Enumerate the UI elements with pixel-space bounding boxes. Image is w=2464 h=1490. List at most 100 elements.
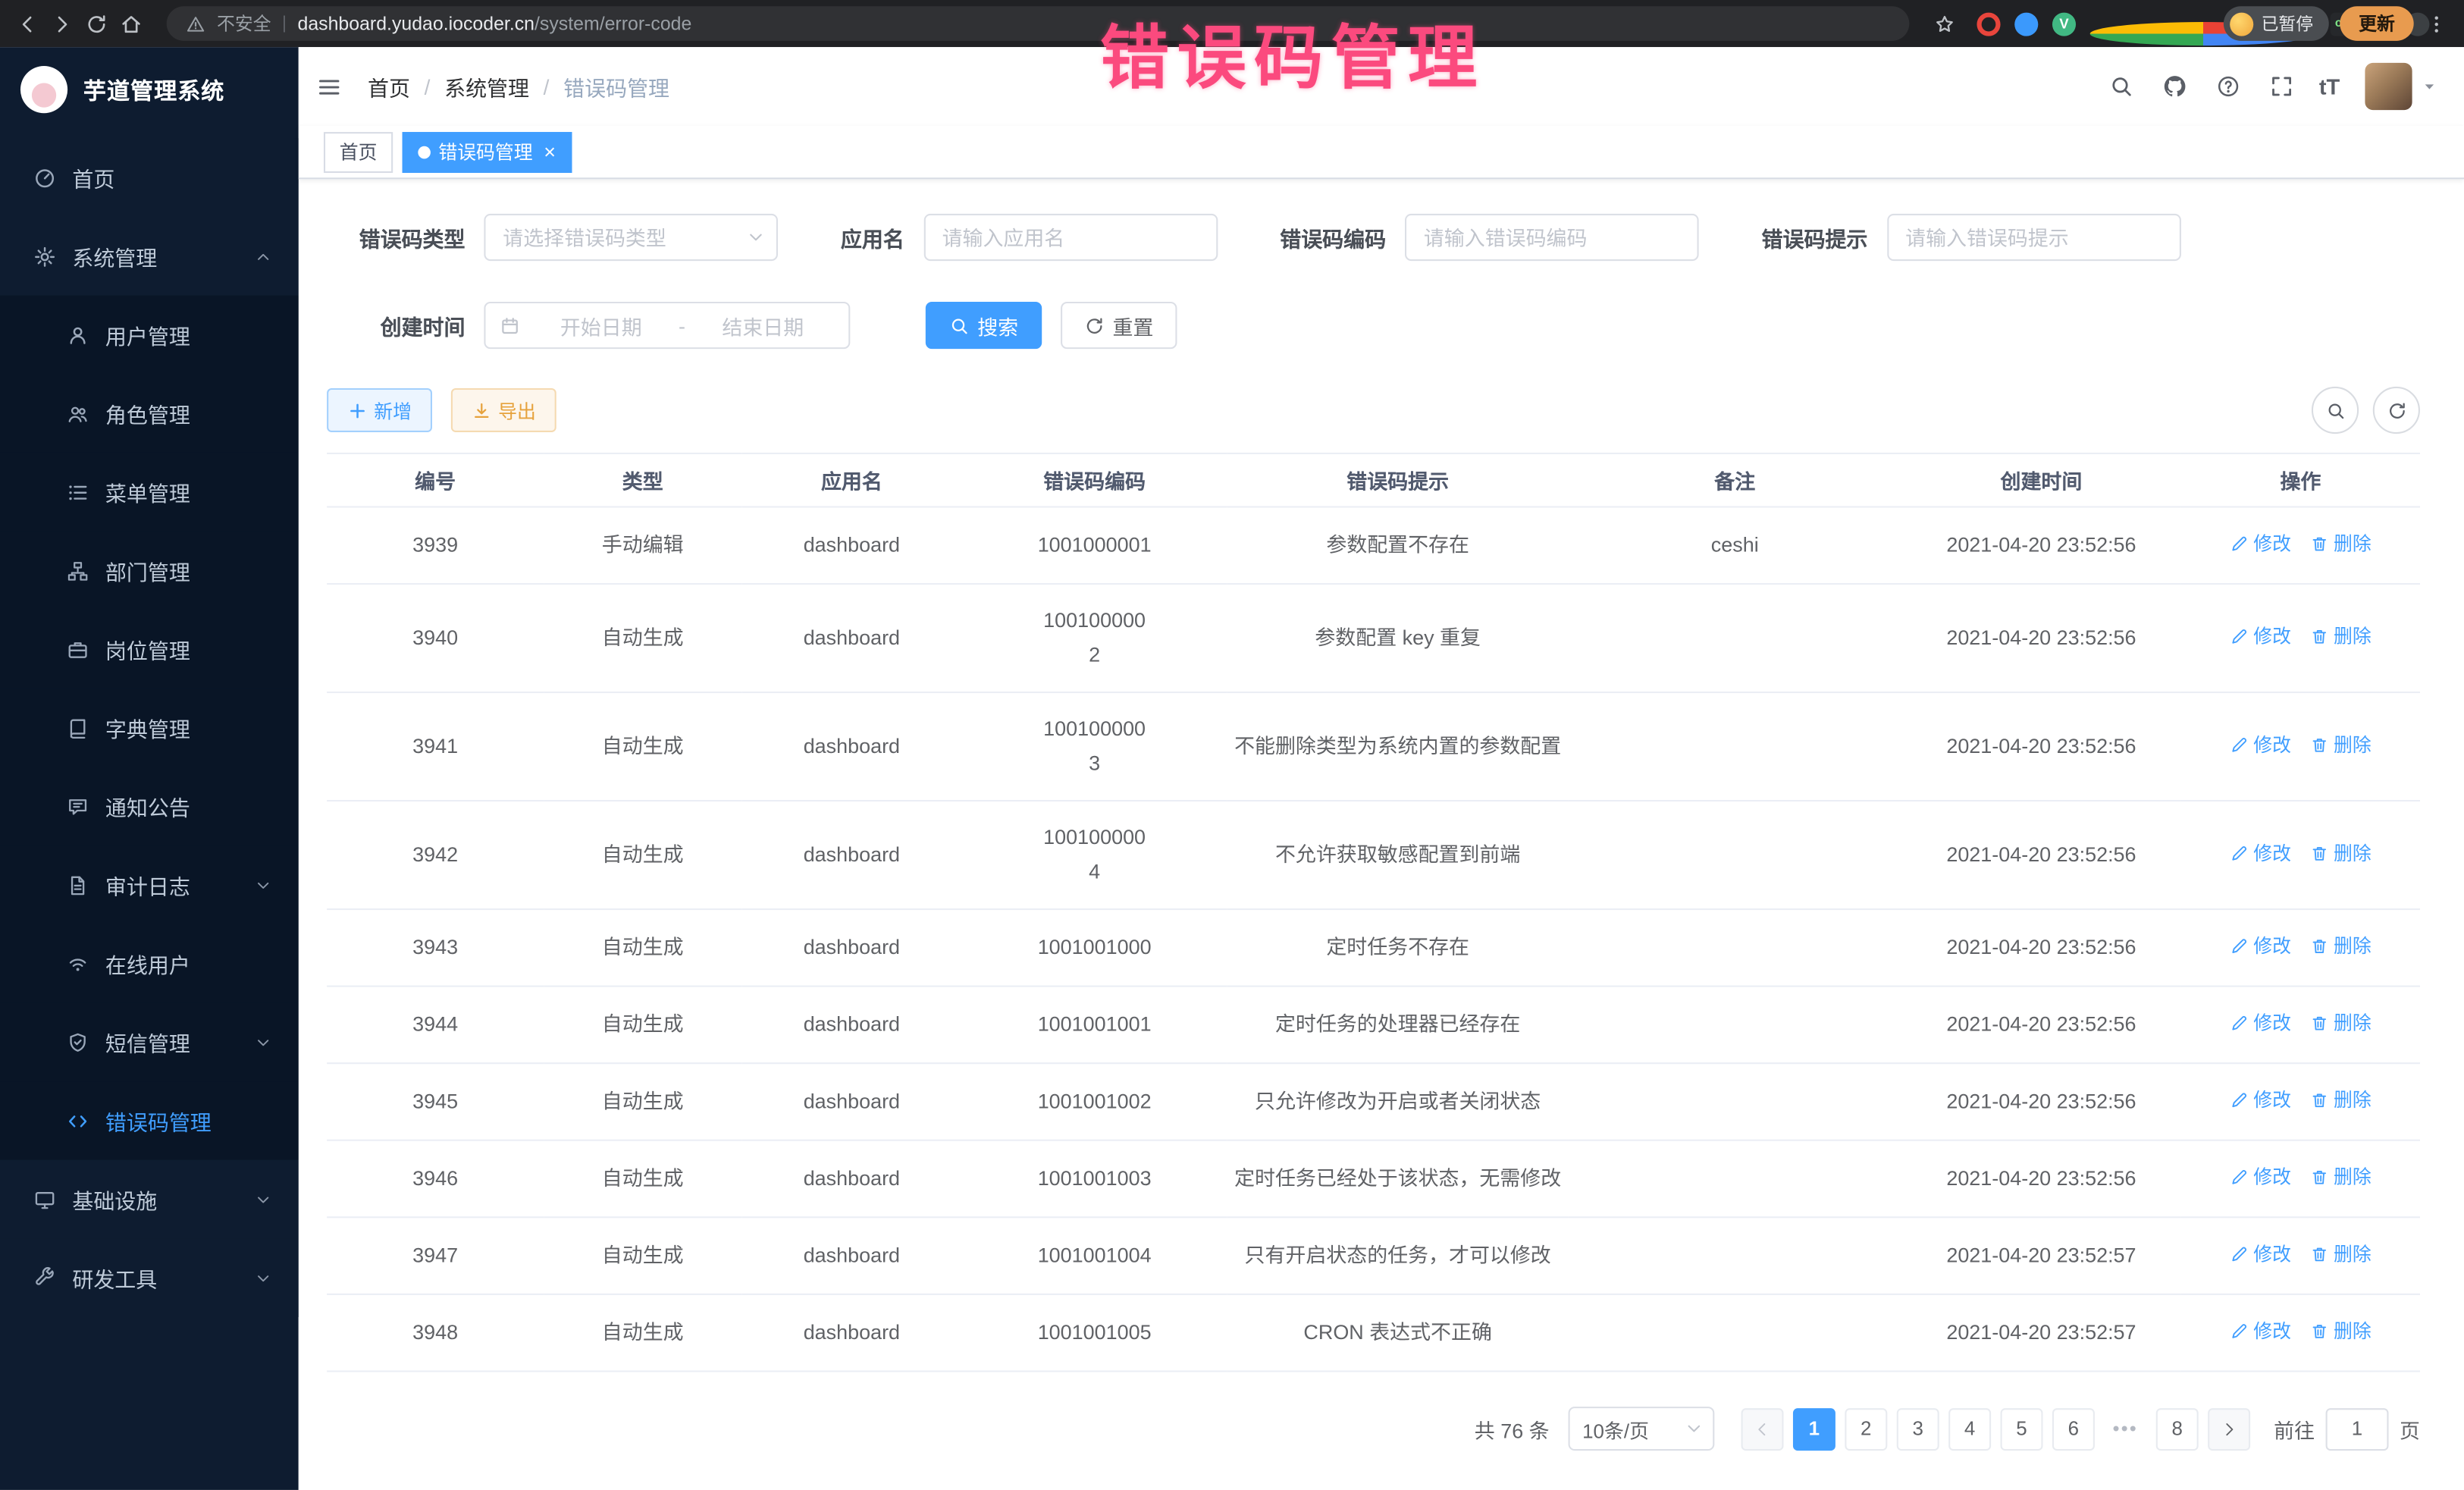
page-button-4[interactable]: 4	[1948, 1407, 1991, 1450]
message-icon	[66, 795, 89, 818]
sidebar-item-infra[interactable]: 基础设施	[0, 1160, 299, 1239]
delete-link[interactable]: 删除	[2310, 836, 2372, 871]
sidebar-item-post[interactable]: 岗位管理	[0, 610, 299, 689]
security-warning-icon	[186, 14, 206, 34]
edit-link[interactable]: 修改	[2230, 1006, 2291, 1041]
export-button[interactable]: 导出	[451, 388, 556, 432]
column-header: 备注	[1569, 453, 1901, 507]
refresh-table-icon[interactable]	[2373, 387, 2420, 434]
delete-link[interactable]: 删除	[2310, 620, 2372, 654]
chevron-right-icon	[2221, 1420, 2238, 1438]
header-search-icon[interactable]	[2105, 71, 2136, 102]
sidebar-item-home[interactable]: 首页	[0, 138, 299, 217]
avatar-caret-icon[interactable]	[2420, 77, 2439, 96]
sidebar-item-role[interactable]: 角色管理	[0, 374, 299, 453]
cell-id: 3947	[327, 1217, 544, 1294]
help-icon[interactable]	[2212, 71, 2243, 102]
sidebar-item-error-code[interactable]: 错误码管理	[0, 1081, 299, 1160]
app-logo[interactable]: 芋道管理系统	[0, 47, 299, 132]
delete-link[interactable]: 删除	[2310, 728, 2372, 763]
github-icon[interactable]	[2158, 71, 2190, 102]
edit-link[interactable]: 修改	[2230, 836, 2291, 871]
delete-link[interactable]: 删除	[2310, 1083, 2372, 1118]
error-type-input[interactable]	[485, 215, 776, 259]
delete-link[interactable]: 删除	[2310, 929, 2372, 964]
delete-link[interactable]: 删除	[2310, 1237, 2372, 1272]
browser-home-icon[interactable]	[120, 12, 143, 36]
app-name-input[interactable]	[925, 215, 1215, 259]
cell-type: 自动生成	[544, 1140, 741, 1218]
page-button-5[interactable]: 5	[2000, 1407, 2042, 1450]
cell-type: 自动生成	[544, 1294, 741, 1372]
edit-link[interactable]: 修改	[2230, 526, 2291, 561]
error-code-field[interactable]	[1405, 214, 1699, 261]
reset-button[interactable]: 重置	[1061, 302, 1177, 349]
tab-error-code[interactable]: 错误码管理×	[403, 131, 572, 172]
address-bar[interactable]: 不安全 | dashboard.yudao.iocoder.cn/system/…	[167, 6, 1910, 41]
cell-type: 自动生成	[544, 801, 741, 909]
sidebar-item-audit-log[interactable]: 审计日志	[0, 845, 299, 924]
sidebar-toggle-icon[interactable]	[299, 47, 359, 126]
edit-link[interactable]: 修改	[2230, 929, 2291, 964]
browser-reload-icon[interactable]	[85, 12, 108, 36]
goto-page-input[interactable]	[2326, 1407, 2389, 1450]
sidebar-item-dept[interactable]: 部门管理	[0, 532, 299, 610]
browser-menu-icon[interactable]	[2425, 12, 2448, 36]
browser-back-icon[interactable]	[16, 12, 39, 36]
error-code-input[interactable]	[1406, 215, 1697, 259]
edit-link[interactable]: 修改	[2230, 620, 2291, 654]
tab-home[interactable]: 首页	[324, 131, 393, 172]
trash-icon	[2310, 1090, 2329, 1109]
error-hint-input[interactable]	[1888, 215, 2178, 259]
cell-type: 自动生成	[544, 987, 741, 1064]
sidebar-item-user[interactable]: 用户管理	[0, 296, 299, 375]
edit-link[interactable]: 修改	[2230, 1314, 2291, 1349]
font-size-icon[interactable]: tT	[2319, 71, 2340, 102]
page-button-6[interactable]: 6	[2052, 1407, 2095, 1450]
error-hint-field[interactable]	[1886, 214, 2180, 261]
prev-page-button[interactable]	[1741, 1407, 1783, 1450]
delete-link[interactable]: 删除	[2310, 526, 2372, 561]
sidebar-item-menu[interactable]: 菜单管理	[0, 453, 299, 532]
edit-link[interactable]: 修改	[2230, 1160, 2291, 1195]
extension-blue-drop-icon[interactable]	[2014, 12, 2038, 36]
browser-forward-icon[interactable]	[50, 12, 74, 36]
edit-link[interactable]: 修改	[2230, 728, 2291, 763]
sidebar-item-sms[interactable]: 短信管理	[0, 1002, 299, 1081]
bookmark-star-icon[interactable]	[1933, 12, 1956, 36]
profile-paused-badge[interactable]: 已暂停	[2224, 6, 2329, 41]
next-page-button[interactable]	[2208, 1407, 2250, 1450]
sidebar-item-notice[interactable]: 通知公告	[0, 767, 299, 845]
browser-update-button[interactable]: 更新	[2340, 6, 2413, 41]
page-button-2[interactable]: 2	[1845, 1407, 1887, 1450]
delete-link[interactable]: 删除	[2310, 1314, 2372, 1349]
page-size-select[interactable]: 10条/页	[1568, 1407, 1714, 1451]
tab-close-icon[interactable]: ×	[544, 142, 556, 162]
edit-link[interactable]: 修改	[2230, 1083, 2291, 1118]
delete-link[interactable]: 删除	[2310, 1160, 2372, 1195]
sidebar-item-dict[interactable]: 字典管理	[0, 689, 299, 767]
date-range-picker[interactable]: 开始日期 - 结束日期	[484, 302, 850, 349]
user-avatar[interactable]	[2365, 63, 2412, 110]
edit-link[interactable]: 修改	[2230, 1237, 2291, 1272]
vue-devtools-icon[interactable]: V	[2052, 12, 2076, 36]
fullscreen-icon[interactable]	[2265, 71, 2296, 102]
page-button-3[interactable]: 3	[1897, 1407, 1939, 1450]
add-button[interactable]: 新增	[327, 388, 432, 432]
error-type-label: 错误码类型	[359, 221, 466, 253]
extension-red-ring-icon[interactable]	[1977, 12, 2000, 36]
sidebar-item-label: 基础设施	[72, 1184, 157, 1215]
sidebar-item-dev-tools[interactable]: 研发工具	[0, 1238, 299, 1317]
error-type-select[interactable]	[484, 214, 778, 261]
sidebar-item-system[interactable]: 系统管理	[0, 217, 299, 296]
breadcrumb-item[interactable]: 系统管理	[444, 71, 529, 102]
search-button[interactable]: 搜索	[926, 302, 1042, 349]
page-button-1[interactable]: 1	[1793, 1407, 1835, 1450]
delete-link[interactable]: 删除	[2310, 1006, 2372, 1041]
toggle-search-icon[interactable]	[2312, 387, 2359, 434]
app-name-field[interactable]	[923, 214, 1218, 261]
edit-icon	[2230, 1168, 2249, 1187]
sidebar-item-online-user[interactable]: 在线用户	[0, 924, 299, 1003]
breadcrumb-item[interactable]: 首页	[368, 71, 410, 102]
page-button-8[interactable]: 8	[2156, 1407, 2199, 1450]
